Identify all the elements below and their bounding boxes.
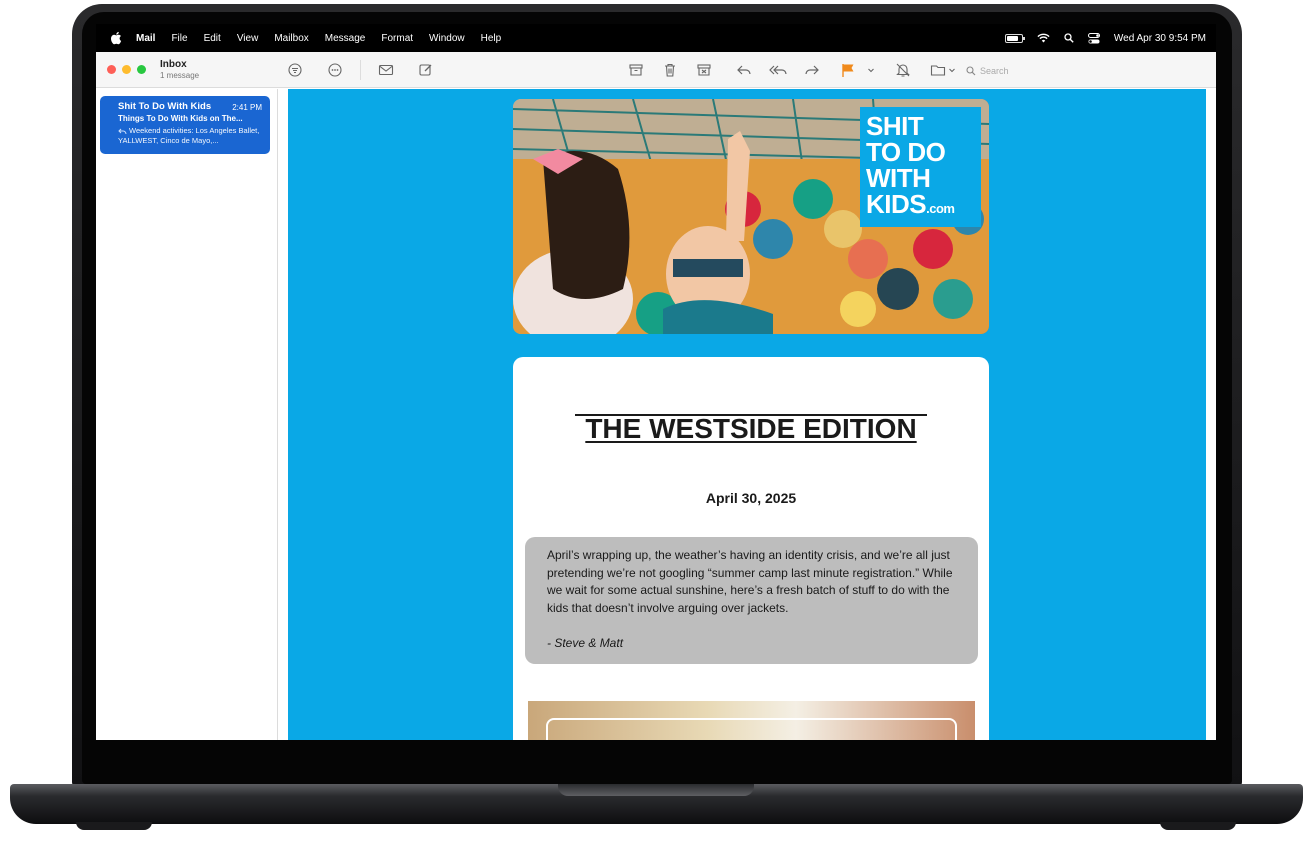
message-time: 2:41 PM [232,103,262,112]
move-to-mailbox-icon[interactable] [930,62,946,78]
secondary-image [528,701,975,740]
zoom-window-button[interactable] [137,65,146,74]
apple-logo-icon[interactable] [110,31,122,45]
logo-suffix: .com [926,201,955,216]
toolbar-divider [360,60,361,80]
minimize-window-button[interactable] [122,65,131,74]
archive-icon[interactable] [628,62,644,78]
flag-menu-chevron-down-icon[interactable] [866,62,876,78]
menu-bar-clock[interactable]: Wed Apr 30 9:54 PM [1114,33,1206,44]
menu-edit[interactable]: Edit [204,33,221,44]
thread-reply-icon [118,128,127,134]
edition-date: April 30, 2025 [705,490,797,506]
intro-box: April’s wrapping up, the weather’s havin… [525,537,978,664]
junk-icon[interactable] [696,62,712,78]
intro-text: April’s wrapping up, the weather’s havin… [547,548,953,615]
brand-logo[interactable]: SHIT TO DO WITH KIDS.com [860,107,981,227]
menu-view[interactable]: View [237,33,259,44]
message-subject: Things To Do With Kids on The... [118,114,243,123]
menu-bar: Mail File Edit View Mailbox Message Form… [96,24,1216,52]
edition-title: THE WESTSIDE EDITION [585,413,917,444]
compose-icon[interactable] [418,62,434,78]
email-body: SHIT TO DO WITH KIDS.com THE WESTSIDE ED… [288,89,1206,740]
control-center-icon[interactable] [1087,32,1100,44]
search-field[interactable] [966,62,1196,79]
logo-line-4: KIDS.com [866,191,975,222]
filter-icon[interactable] [287,62,303,78]
logo-line-4-text: KIDS [866,189,927,219]
get-mail-envelope-icon[interactable] [378,62,394,78]
logo-line-2: TO DO [866,137,946,167]
search-input[interactable] [980,65,1160,76]
flag-icon[interactable] [840,62,856,78]
spotlight-search-icon[interactable] [1064,33,1074,43]
mailbox-message-count: 1 message [160,71,200,80]
laptop-foot-left [76,822,152,830]
more-options-icon[interactable] [327,62,343,78]
menu-format[interactable]: Format [381,33,413,44]
message-preview: Weekend activities: Los Angeles Ballet, … [118,126,263,146]
newsletter-card: THE WESTSIDE EDITION April 30, 2025 Apri… [513,357,989,740]
mail-toolbar: Inbox 1 message [96,52,1216,88]
mail-window: Inbox 1 message Search Shit To Do With K… [96,52,1216,740]
secondary-image-frame [546,718,957,740]
intro-signature: - Steve & Matt [547,636,624,650]
battery-icon[interactable] [1004,33,1025,43]
trash-icon[interactable] [662,62,678,78]
message-list: Shit To Do With Kids 2:41 PM Things To D… [96,89,278,740]
close-window-button[interactable] [107,65,116,74]
screen: Mail File Edit View Mailbox Message Form… [96,24,1216,740]
logo-line-1: SHIT [866,111,924,141]
message-preview-text: Weekend activities: Los Angeles Ballet, … [118,126,260,145]
menu-app-name[interactable]: Mail [136,33,155,44]
logo-line-3: WITH [866,163,931,193]
search-icon [966,65,976,75]
mailbox-title: Inbox [160,59,187,70]
reply-icon[interactable] [736,62,752,78]
menu-window[interactable]: Window [429,33,465,44]
laptop-foot-right [1160,822,1236,830]
menu-message[interactable]: Message [325,33,366,44]
menu-bar-status: Wed Apr 30 9:54 PM [1004,24,1206,52]
menu-help[interactable]: Help [481,33,502,44]
menu-file[interactable]: File [171,33,187,44]
move-menu-chevron-down-icon[interactable] [947,62,957,78]
menu-mailbox[interactable]: Mailbox [274,33,308,44]
wifi-icon[interactable] [1037,33,1050,43]
forward-icon[interactable] [804,62,820,78]
reply-all-icon[interactable] [768,62,788,78]
hero-image: SHIT TO DO WITH KIDS.com [513,99,989,334]
mute-notifications-icon[interactable] [895,62,911,78]
laptop-opening-notch [558,784,754,796]
reading-pane: SHIT TO DO WITH KIDS.com THE WESTSIDE ED… [279,89,1216,740]
list-item[interactable]: Shit To Do With Kids 2:41 PM Things To D… [100,96,270,154]
